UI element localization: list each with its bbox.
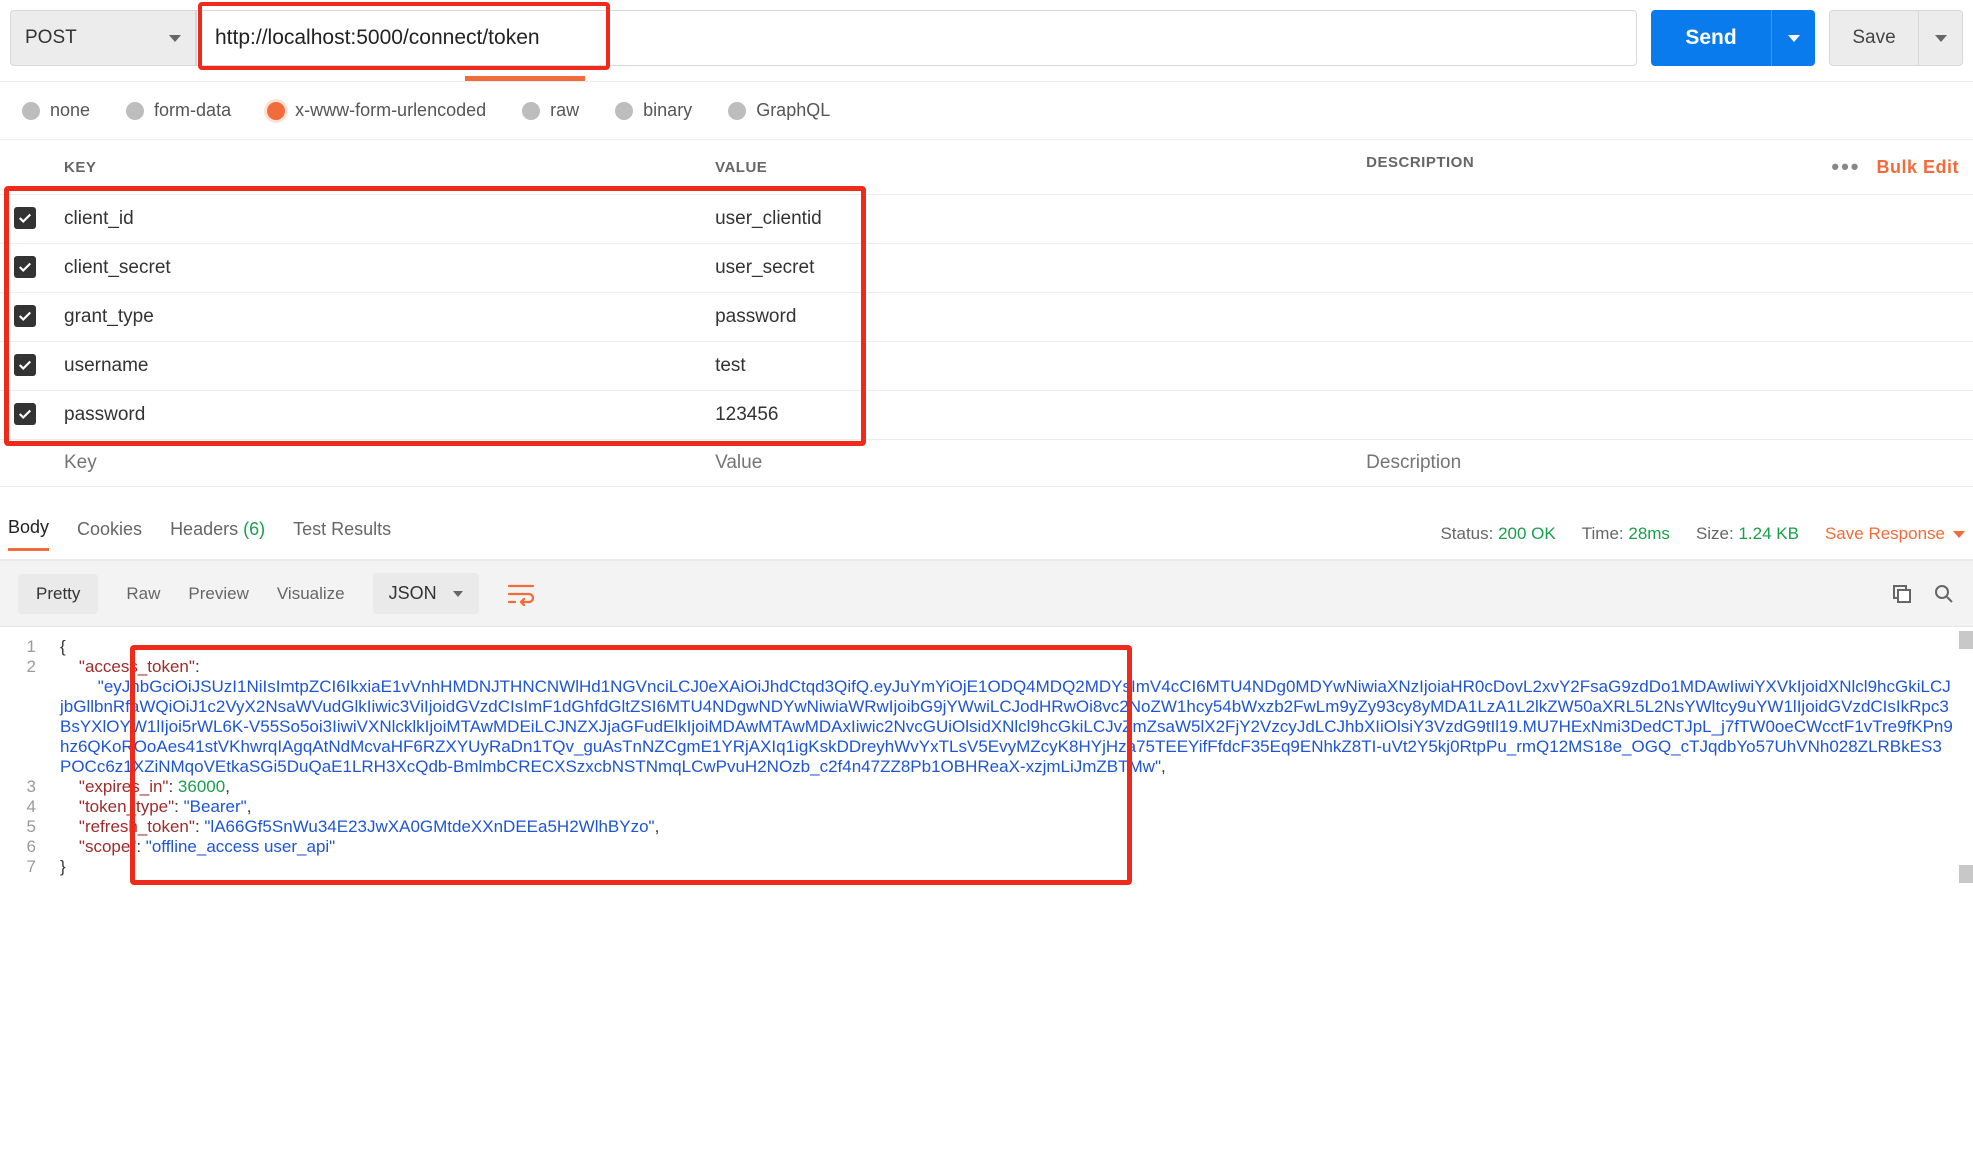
scrollbar[interactable] bbox=[1959, 865, 1973, 883]
checkbox-icon[interactable] bbox=[14, 256, 36, 278]
save-dropdown[interactable] bbox=[1919, 10, 1963, 66]
time-label: Time: 28ms bbox=[1582, 524, 1670, 544]
chevron-down-icon bbox=[1935, 35, 1947, 42]
body-type-none[interactable]: none bbox=[22, 100, 90, 121]
params-table: KEY VALUE DESCRIPTION ••• Bulk Edit clie… bbox=[0, 140, 1973, 487]
http-method-select[interactable]: POST bbox=[10, 10, 196, 66]
checkbox-icon[interactable] bbox=[14, 207, 36, 229]
bulk-edit-link[interactable]: Bulk Edit bbox=[1876, 157, 1959, 178]
body-type-graphql[interactable]: GraphQL bbox=[728, 100, 830, 121]
chevron-down-icon bbox=[1788, 35, 1800, 42]
radio-icon bbox=[522, 102, 540, 120]
chevron-down-icon bbox=[1953, 531, 1965, 538]
tab-body[interactable]: Body bbox=[8, 517, 49, 551]
radio-icon bbox=[728, 102, 746, 120]
view-preview[interactable]: Preview bbox=[188, 584, 248, 604]
checkbox-icon[interactable] bbox=[14, 403, 36, 425]
body-type-raw[interactable]: raw bbox=[522, 100, 579, 121]
wrap-lines-icon[interactable] bbox=[507, 582, 537, 606]
table-row[interactable]: password123456 bbox=[0, 391, 1973, 440]
size-label: Size: 1.24 KB bbox=[1696, 524, 1799, 544]
radio-icon bbox=[126, 102, 144, 120]
chevron-down-icon bbox=[169, 35, 181, 42]
tab-cookies[interactable]: Cookies bbox=[77, 519, 142, 550]
response-body[interactable]: 1{ 2 "access_token": "eyJhbGciOiJSUzI1Ni… bbox=[0, 627, 1973, 887]
table-row[interactable]: usernametest bbox=[0, 342, 1973, 391]
table-row[interactable]: client_iduser_clientid bbox=[0, 195, 1973, 244]
search-icon[interactable] bbox=[1933, 583, 1955, 605]
checkbox-icon[interactable] bbox=[14, 354, 36, 376]
table-row-new[interactable] bbox=[0, 440, 1973, 487]
copy-icon[interactable] bbox=[1891, 583, 1913, 605]
view-visualize[interactable]: Visualize bbox=[277, 584, 345, 604]
desc-input[interactable] bbox=[1366, 452, 1959, 474]
table-row[interactable]: client_secretuser_secret bbox=[0, 244, 1973, 293]
body-type-formdata[interactable]: form-data bbox=[126, 100, 231, 121]
radio-icon bbox=[267, 102, 285, 120]
col-desc: DESCRIPTION ••• Bulk Edit bbox=[1352, 140, 1973, 195]
radio-icon bbox=[22, 102, 40, 120]
body-type-urlencoded[interactable]: x-www-form-urlencoded bbox=[267, 100, 486, 121]
col-value: VALUE bbox=[701, 140, 1352, 195]
format-select[interactable]: JSON bbox=[373, 573, 479, 614]
chevron-down-icon bbox=[453, 591, 463, 597]
col-key: KEY bbox=[50, 140, 701, 195]
view-pretty[interactable]: Pretty bbox=[18, 574, 98, 614]
radio-icon bbox=[615, 102, 633, 120]
send-dropdown[interactable] bbox=[1771, 10, 1815, 66]
more-icon[interactable]: ••• bbox=[1831, 154, 1860, 180]
url-text: http://localhost:5000/connect/token bbox=[215, 26, 540, 50]
url-input[interactable]: http://localhost:5000/connect/token bbox=[196, 10, 1637, 66]
tab-tests[interactable]: Test Results bbox=[293, 519, 391, 550]
http-method-label: POST bbox=[25, 27, 77, 49]
scrollbar[interactable] bbox=[1959, 631, 1973, 649]
status-label: Status: 200 OK bbox=[1440, 524, 1555, 544]
body-type-binary[interactable]: binary bbox=[615, 100, 692, 121]
table-row[interactable]: grant_typepassword bbox=[0, 293, 1973, 342]
save-button[interactable]: Save bbox=[1829, 10, 1919, 66]
view-raw[interactable]: Raw bbox=[126, 584, 160, 604]
key-input[interactable] bbox=[64, 452, 687, 474]
value-input[interactable] bbox=[715, 452, 1338, 474]
save-response-dropdown[interactable]: Save Response bbox=[1825, 524, 1965, 544]
send-button[interactable]: Send bbox=[1651, 10, 1771, 66]
checkbox-icon[interactable] bbox=[14, 305, 36, 327]
tab-headers[interactable]: Headers (6) bbox=[170, 519, 265, 550]
